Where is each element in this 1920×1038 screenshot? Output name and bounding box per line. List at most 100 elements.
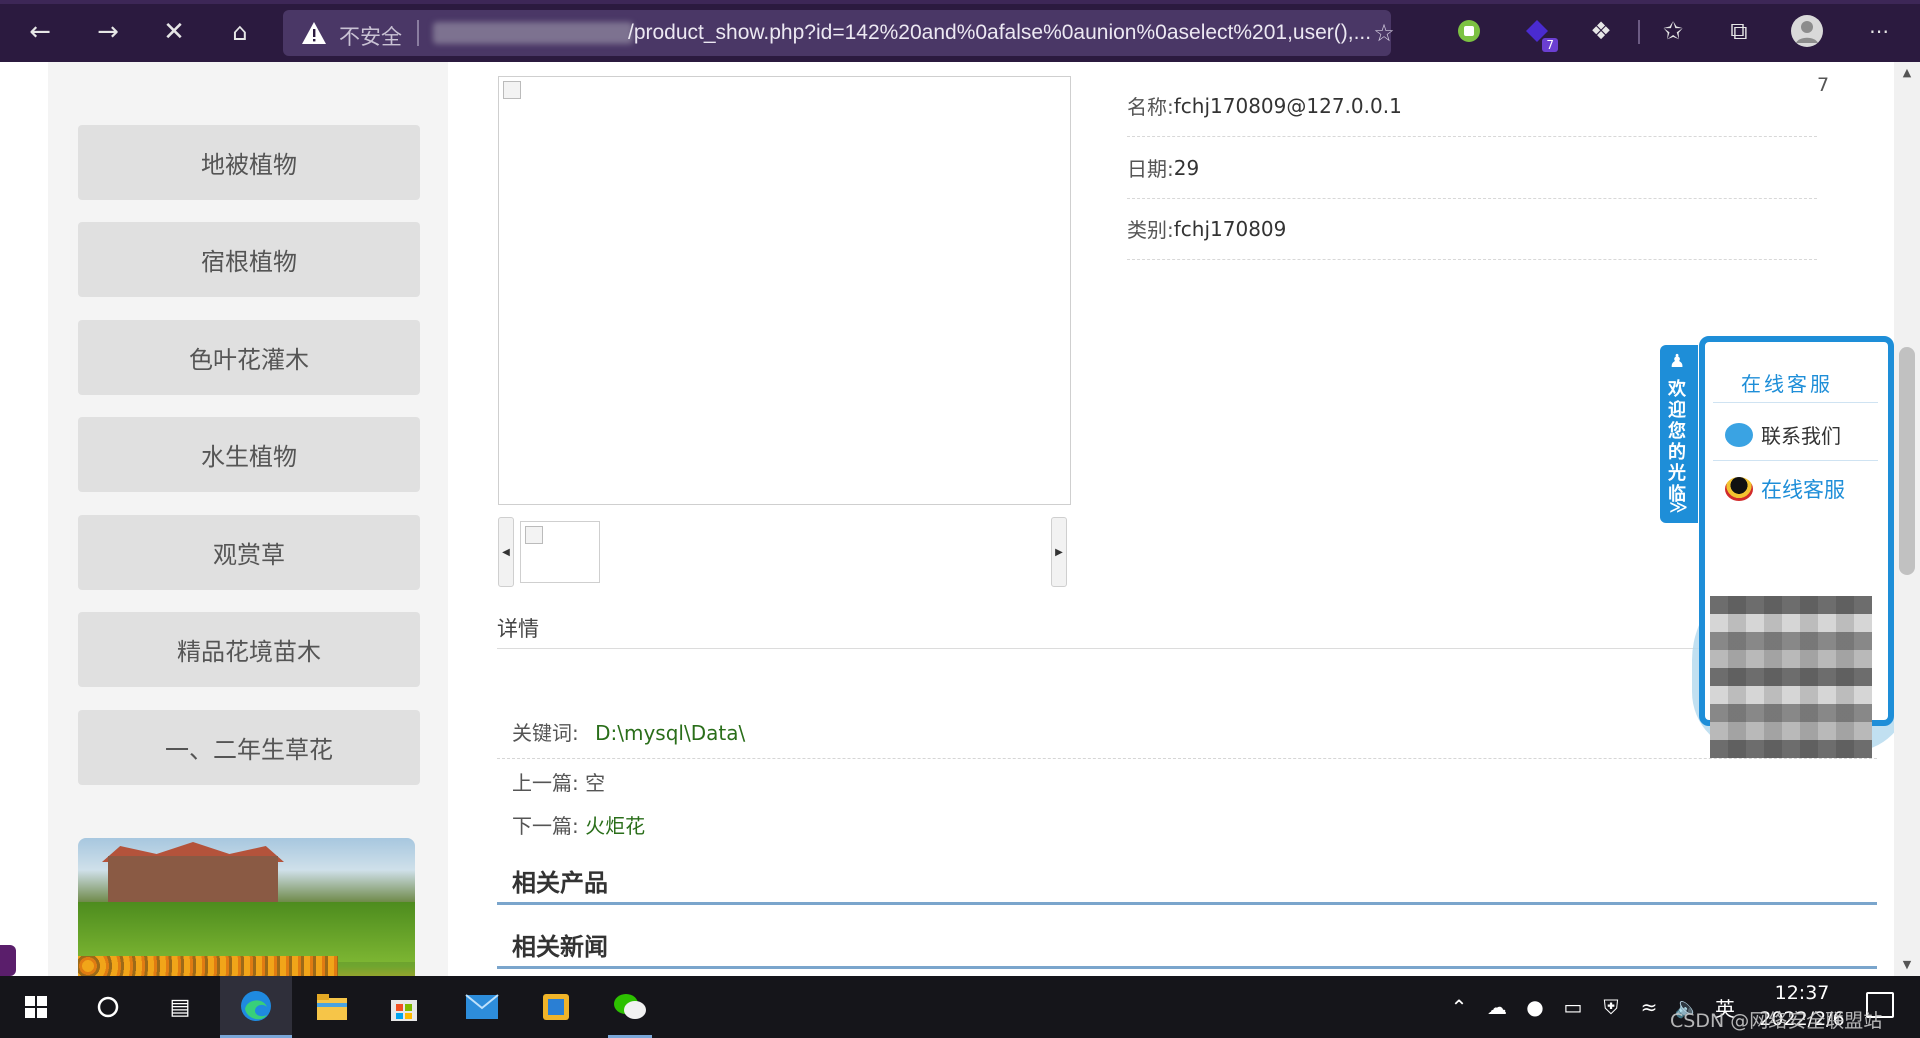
sidebar-item-annuals[interactable]: 一、二年生草花 bbox=[78, 710, 420, 785]
warning-icon[interactable] bbox=[301, 20, 327, 46]
service-tab-text: 欢迎您的光临 bbox=[1668, 379, 1686, 505]
carousel-next-button[interactable]: ▶ bbox=[1051, 517, 1067, 587]
watermark: CSDN @网络安全联盟站 bbox=[1670, 1010, 1883, 1032]
tab-strip bbox=[0, 0, 1920, 4]
extension-badge-count: 7 bbox=[1542, 38, 1558, 52]
keyword-row: 关键词: D:\mysql\Data\ bbox=[512, 717, 745, 746]
favorite-add-icon[interactable]: ☆ bbox=[1369, 19, 1399, 49]
qq-icon bbox=[1725, 477, 1753, 501]
related-products-heading: 相关产品 bbox=[512, 869, 608, 897]
address-bar[interactable]: 不安全 /product_show.php?id=142%20and%0afal… bbox=[283, 10, 1395, 56]
sidebar-item-color-shrubs[interactable]: 色叶花灌木 bbox=[78, 320, 420, 395]
extension-badge-icon[interactable]: 7 bbox=[1520, 14, 1558, 52]
url-text[interactable]: /product_show.php?id=142%20and%0afalse%0… bbox=[628, 21, 1371, 45]
related-news-heading: 相关新闻 bbox=[512, 933, 608, 961]
show-hidden-icons-icon[interactable]: ⌃ bbox=[1440, 995, 1478, 1019]
collections-icon[interactable]: ⧉ bbox=[1722, 14, 1756, 48]
corner-number: 7 bbox=[1817, 74, 1830, 96]
keyword-label: 关键词: bbox=[512, 721, 579, 745]
double-chevron-icon: ≫ bbox=[1669, 497, 1688, 518]
product-category-value: fchj170809 bbox=[1173, 216, 1287, 241]
back-icon[interactable]: ← bbox=[20, 12, 60, 52]
scrollbar-thumb[interactable] bbox=[1899, 347, 1915, 575]
mail-icon[interactable] bbox=[446, 976, 518, 1038]
sidebar-item-border-seedlings[interactable]: 精品花境苗木 bbox=[78, 612, 420, 687]
sidebar-item-perennials[interactable]: 宿根植物 bbox=[78, 222, 420, 297]
divider bbox=[1638, 20, 1640, 44]
thumbnail-carousel: ◀ ▶ bbox=[498, 517, 1069, 589]
thumbnail-image[interactable] bbox=[520, 521, 600, 583]
extension-green-icon[interactable] bbox=[1452, 14, 1486, 48]
web-page: 地被植物 宿根植物 色叶花灌木 水生植物 观赏草 精品花境苗木 一、二年生草花 … bbox=[0, 62, 1920, 976]
divider bbox=[1713, 402, 1878, 403]
product-date-row: 日期: 29 bbox=[1127, 137, 1817, 199]
more-icon[interactable]: ⋯ bbox=[1862, 14, 1896, 48]
next-label: 下一篇: bbox=[512, 814, 579, 838]
page-scrollbar[interactable]: ▲ ▼ bbox=[1894, 62, 1920, 976]
online-service-link[interactable]: 在线客服 bbox=[1725, 474, 1845, 504]
divider bbox=[1713, 460, 1878, 461]
next-article-link[interactable]: 火炬花 bbox=[585, 814, 645, 838]
detail-heading: 详情 bbox=[497, 617, 539, 641]
product-name-value: fchj170809@127.0.0.1 bbox=[1173, 93, 1402, 118]
clock-time: 12:37 bbox=[1774, 982, 1830, 1004]
forward-icon[interactable]: → bbox=[88, 12, 128, 52]
contact-us-link[interactable]: 联系我们 bbox=[1725, 420, 1841, 449]
onedrive-cloud-icon[interactable]: ☁ bbox=[1478, 995, 1516, 1019]
sidebar-item-ground-cover[interactable]: 地被植物 bbox=[78, 125, 420, 200]
image-house bbox=[108, 856, 278, 902]
home-icon[interactable]: ⌂ bbox=[220, 12, 260, 52]
product-category-label: 类别: bbox=[1127, 218, 1174, 242]
store-icon[interactable] bbox=[368, 976, 440, 1038]
wechat-icon[interactable] bbox=[594, 976, 666, 1038]
sidebar-item-ornamental-grass[interactable]: 观赏草 bbox=[78, 515, 420, 590]
service-tab[interactable]: ♟ 欢迎您的光临 ≫ bbox=[1660, 345, 1698, 523]
task-view-icon[interactable]: ▤ bbox=[144, 976, 216, 1038]
app-window-icon[interactable] bbox=[520, 976, 592, 1038]
product-category-row: 类别: fchj170809 bbox=[1127, 198, 1817, 260]
broken-image-icon bbox=[503, 81, 521, 99]
product-name-row: 名称: fchj170809@127.0.0.1 bbox=[1127, 75, 1817, 137]
security-shield-icon[interactable]: ⛨ bbox=[1592, 995, 1630, 1019]
divider bbox=[497, 758, 1877, 760]
image-lawn bbox=[78, 902, 415, 962]
sidebar-item-aquatic[interactable]: 水生植物 bbox=[78, 417, 420, 492]
side-edge-tab[interactable] bbox=[0, 945, 16, 976]
product-main-image[interactable] bbox=[498, 76, 1071, 505]
scroll-up-icon[interactable]: ▲ bbox=[1894, 66, 1920, 79]
carousel-prev-button[interactable]: ◀ bbox=[498, 517, 514, 587]
scroll-down-icon[interactable]: ▼ bbox=[1894, 958, 1920, 971]
chat-bubble-icon bbox=[1725, 422, 1753, 447]
prev-label: 上一篇: bbox=[512, 771, 579, 795]
wifi-icon[interactable]: ≈ bbox=[1630, 995, 1668, 1019]
browser-toolbar: ← → ✕ ⌂ 不安全 /product_show.php?id=142%20a… bbox=[0, 0, 1920, 62]
contact-us-label: 联系我们 bbox=[1761, 424, 1841, 448]
qq-tray-icon[interactable]: ● bbox=[1516, 995, 1554, 1019]
insecure-label: 不安全 bbox=[339, 25, 402, 49]
divider bbox=[497, 648, 1877, 649]
product-date-label: 日期: bbox=[1127, 157, 1174, 181]
section-underline bbox=[497, 902, 1877, 905]
image-flowers bbox=[78, 956, 338, 976]
edge-browser-icon[interactable] bbox=[220, 976, 292, 1038]
online-service-label: 在线客服 bbox=[1761, 478, 1845, 502]
sidebar-garden-image[interactable] bbox=[78, 838, 415, 976]
next-article-row: 下一篇: 火炬花 bbox=[512, 810, 645, 839]
file-explorer-icon[interactable] bbox=[296, 976, 368, 1038]
search-circle-icon[interactable] bbox=[72, 976, 144, 1038]
qr-code-image bbox=[1710, 596, 1872, 758]
battery-icon[interactable]: ▭ bbox=[1554, 995, 1592, 1019]
product-date-value: 29 bbox=[1173, 155, 1200, 180]
users-icon: ♟ bbox=[1669, 351, 1686, 372]
broken-image-icon bbox=[525, 526, 543, 544]
windows-taskbar: ▤ ⌃ ☁ ● ▭ ⛨ ≈ 🔈 英 12:37 2022/2/6 CSDN @网… bbox=[0, 976, 1920, 1038]
service-panel-title: 在线客服 bbox=[1741, 372, 1833, 396]
close-icon[interactable]: ✕ bbox=[154, 12, 194, 52]
favorites-icon[interactable]: ✩ bbox=[1656, 14, 1690, 48]
keyword-link[interactable]: D:\mysql\Data\ bbox=[595, 721, 745, 745]
profile-icon[interactable] bbox=[1790, 14, 1824, 48]
redacted-domain bbox=[433, 22, 633, 44]
start-windows-icon[interactable] bbox=[0, 976, 72, 1038]
puzzle-icon[interactable]: ❖ bbox=[1584, 14, 1618, 48]
section-underline bbox=[497, 966, 1877, 969]
